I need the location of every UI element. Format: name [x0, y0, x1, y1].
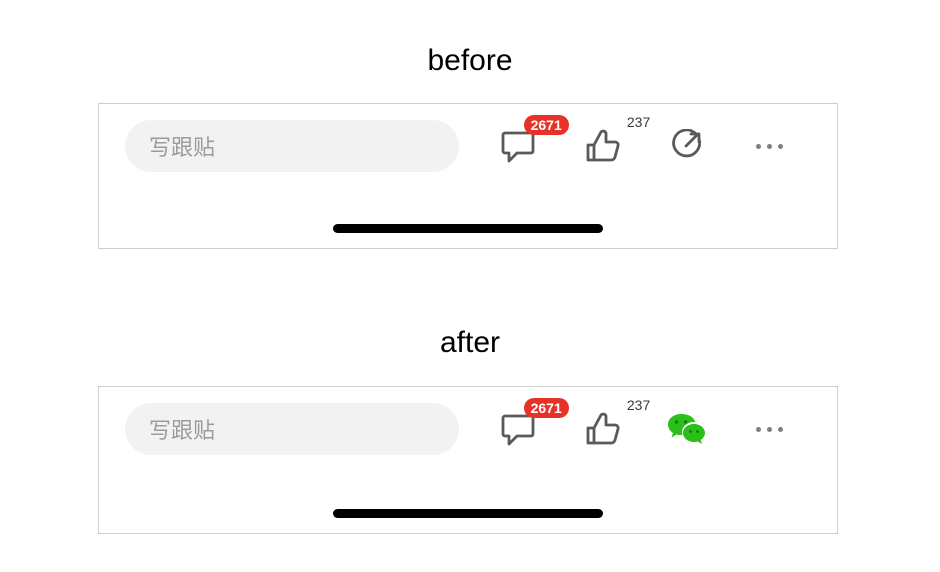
toolbar-panel-before: 写跟贴 2671 237	[98, 103, 838, 249]
more-button[interactable]	[741, 122, 797, 170]
compose-input[interactable]: 写跟贴	[125, 120, 459, 172]
comments-button[interactable]: 2671	[491, 405, 547, 453]
share-wechat-button[interactable]	[658, 405, 714, 453]
section-label-before: before	[0, 44, 940, 78]
icons-group: 2671 237	[459, 122, 811, 170]
comments-button[interactable]: 2671	[491, 122, 547, 170]
thumbs-up-icon	[584, 412, 620, 446]
toolbar-panel-after: 写跟贴 2671 237	[98, 386, 838, 534]
compose-input[interactable]: 写跟贴	[125, 403, 459, 455]
more-button[interactable]	[741, 405, 797, 453]
comment-count-badge: 2671	[524, 398, 569, 418]
like-button[interactable]: 237	[574, 405, 630, 453]
more-dots-icon	[756, 144, 783, 149]
share-arrow-icon	[669, 129, 703, 163]
home-indicator[interactable]	[333, 224, 603, 233]
comment-count-badge: 2671	[524, 115, 569, 135]
like-count: 237	[627, 397, 650, 413]
share-button[interactable]	[658, 122, 714, 170]
more-dots-icon	[756, 427, 783, 432]
compose-placeholder: 写跟贴	[149, 130, 215, 162]
wechat-icon	[666, 411, 706, 447]
home-indicator[interactable]	[333, 509, 603, 518]
toolbar: 写跟贴 2671 237	[99, 119, 837, 173]
like-button[interactable]: 237	[574, 122, 630, 170]
icons-group: 2671 237	[459, 405, 811, 453]
compose-placeholder: 写跟贴	[149, 413, 215, 445]
section-label-after: after	[0, 326, 940, 360]
like-count: 237	[627, 114, 650, 130]
thumbs-up-icon	[584, 129, 620, 163]
toolbar: 写跟贴 2671 237	[99, 402, 837, 456]
